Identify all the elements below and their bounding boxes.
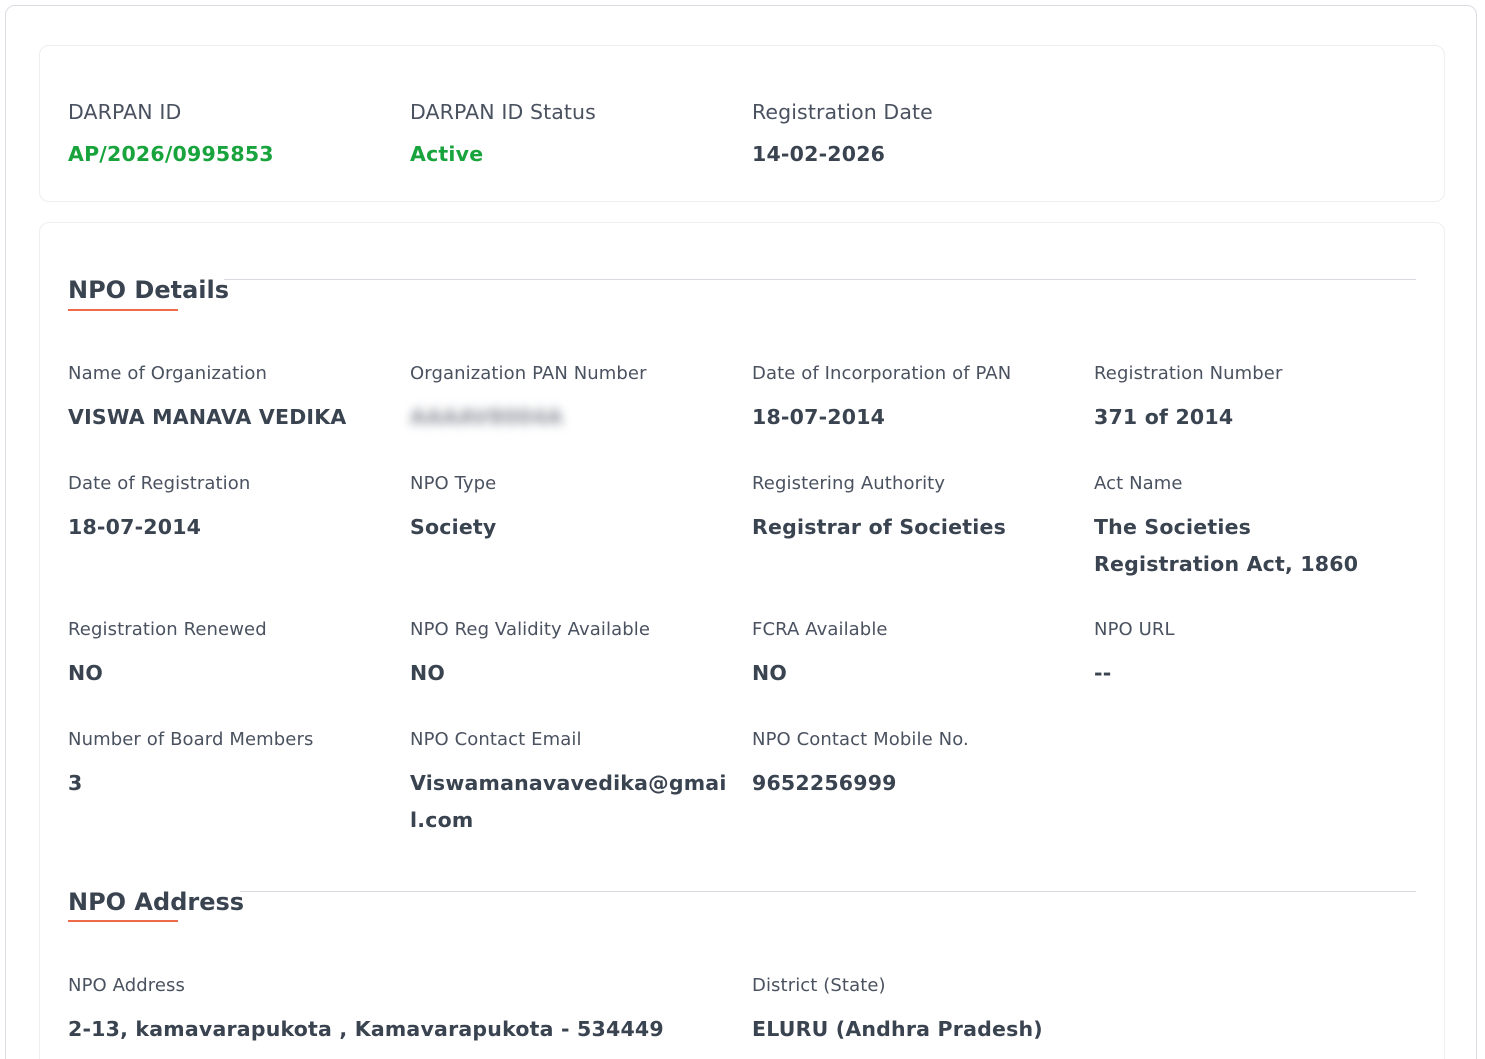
darpan-status-field: DARPAN ID Status Active [410,100,730,173]
detail-field: Date of Incorporation of PAN 18-07-2014 [752,363,1072,436]
detail-value: Society [410,515,497,539]
detail-value: NO [752,661,787,685]
pan-number-value: AAAAV8004A [410,405,563,429]
npo-address-underline [68,920,178,922]
npo-details-title: NPO Details [68,276,230,304]
npo-url-value: -- [1094,661,1112,685]
detail-field: FCRA Available NO [752,619,1072,692]
detail-value: Registrar of Societies [752,515,1006,539]
detail-value: The Societies Registration Act, 1860 [1094,515,1359,576]
detail-field: Registering Authority Registrar of Socie… [752,473,1072,546]
registration-date-value: 14-02-2026 [752,142,886,166]
district-field: District (State) ELURU (Andhra Pradesh) [752,975,1412,1048]
district-value: ELURU (Andhra Pradesh) [752,1017,1043,1041]
registration-date-label: Registration Date [752,100,933,124]
detail-value: VISWA MANAVA VEDIKA [68,405,347,429]
registration-date-field: Registration Date 14-02-2026 [752,100,1072,173]
detail-field: NPO Type Society [410,473,730,546]
darpan-status-label: DARPAN ID Status [410,100,596,124]
detail-label: Organization PAN Number [410,363,647,384]
address-field: NPO Address 2-13, kamavarapukota , Kamav… [68,975,728,1048]
detail-label: NPO Reg Validity Available [410,619,651,640]
darpan-status-value: Active [410,142,484,166]
detail-label: Registration Number [1094,363,1283,384]
npo-details-divider [224,279,1416,280]
detail-field: Registration Number 371 of 2014 [1094,363,1414,436]
detail-label: Number of Board Members [68,729,314,750]
address-value: 2-13, kamavarapukota , Kamavarapukota - … [68,1017,664,1041]
darpan-id-value: AP/2026/0995853 [68,142,274,166]
detail-label: Registration Renewed [68,619,267,640]
detail-label: Date of Registration [68,473,251,494]
detail-label: NPO URL [1094,619,1175,640]
detail-value: NO [410,661,445,685]
darpan-id-label: DARPAN ID [68,100,182,124]
detail-field: Registration Renewed NO [68,619,388,692]
detail-value: 18-07-2014 [68,515,202,539]
detail-value: 9652256999 [752,771,897,795]
contact-email-value: Viswamanavavedika@gmail.com [410,771,727,832]
detail-field: Name of Organization VISWA MANAVA VEDIKA [68,363,388,436]
detail-label: NPO Contact Email [410,729,582,750]
detail-label: Date of Incorporation of PAN [752,363,1012,384]
detail-value: 18-07-2014 [752,405,886,429]
detail-label: NPO Type [410,473,497,494]
district-label: District (State) [752,975,886,996]
detail-label: NPO Contact Mobile No. [752,729,969,750]
detail-value: NO [68,661,103,685]
detail-field: NPO URL -- [1094,619,1414,692]
darpan-id-field: DARPAN ID AP/2026/0995853 [68,100,388,173]
detail-value: 3 [68,771,83,795]
detail-field: Date of Registration 18-07-2014 [68,473,388,546]
detail-value: 371 of 2014 [1094,405,1234,429]
npo-details-underline [68,309,178,311]
detail-label: Act Name [1094,473,1183,494]
detail-field: Act Name The Societies Registration Act,… [1094,473,1394,583]
detail-label: FCRA Available [752,619,888,640]
detail-field: NPO Contact Mobile No. 9652256999 [752,729,1072,802]
npo-address-title: NPO Address [68,888,245,916]
detail-field: Number of Board Members 3 [68,729,388,802]
address-label: NPO Address [68,975,185,996]
detail-field: Organization PAN Number AAAAV8004A [410,363,730,436]
detail-field: NPO Contact Email Viswamanavavedika@gmai… [410,729,728,839]
detail-label: Name of Organization [68,363,267,384]
npo-address-divider [240,891,1416,892]
detail-label: Registering Authority [752,473,946,494]
detail-field: NPO Reg Validity Available NO [410,619,730,692]
